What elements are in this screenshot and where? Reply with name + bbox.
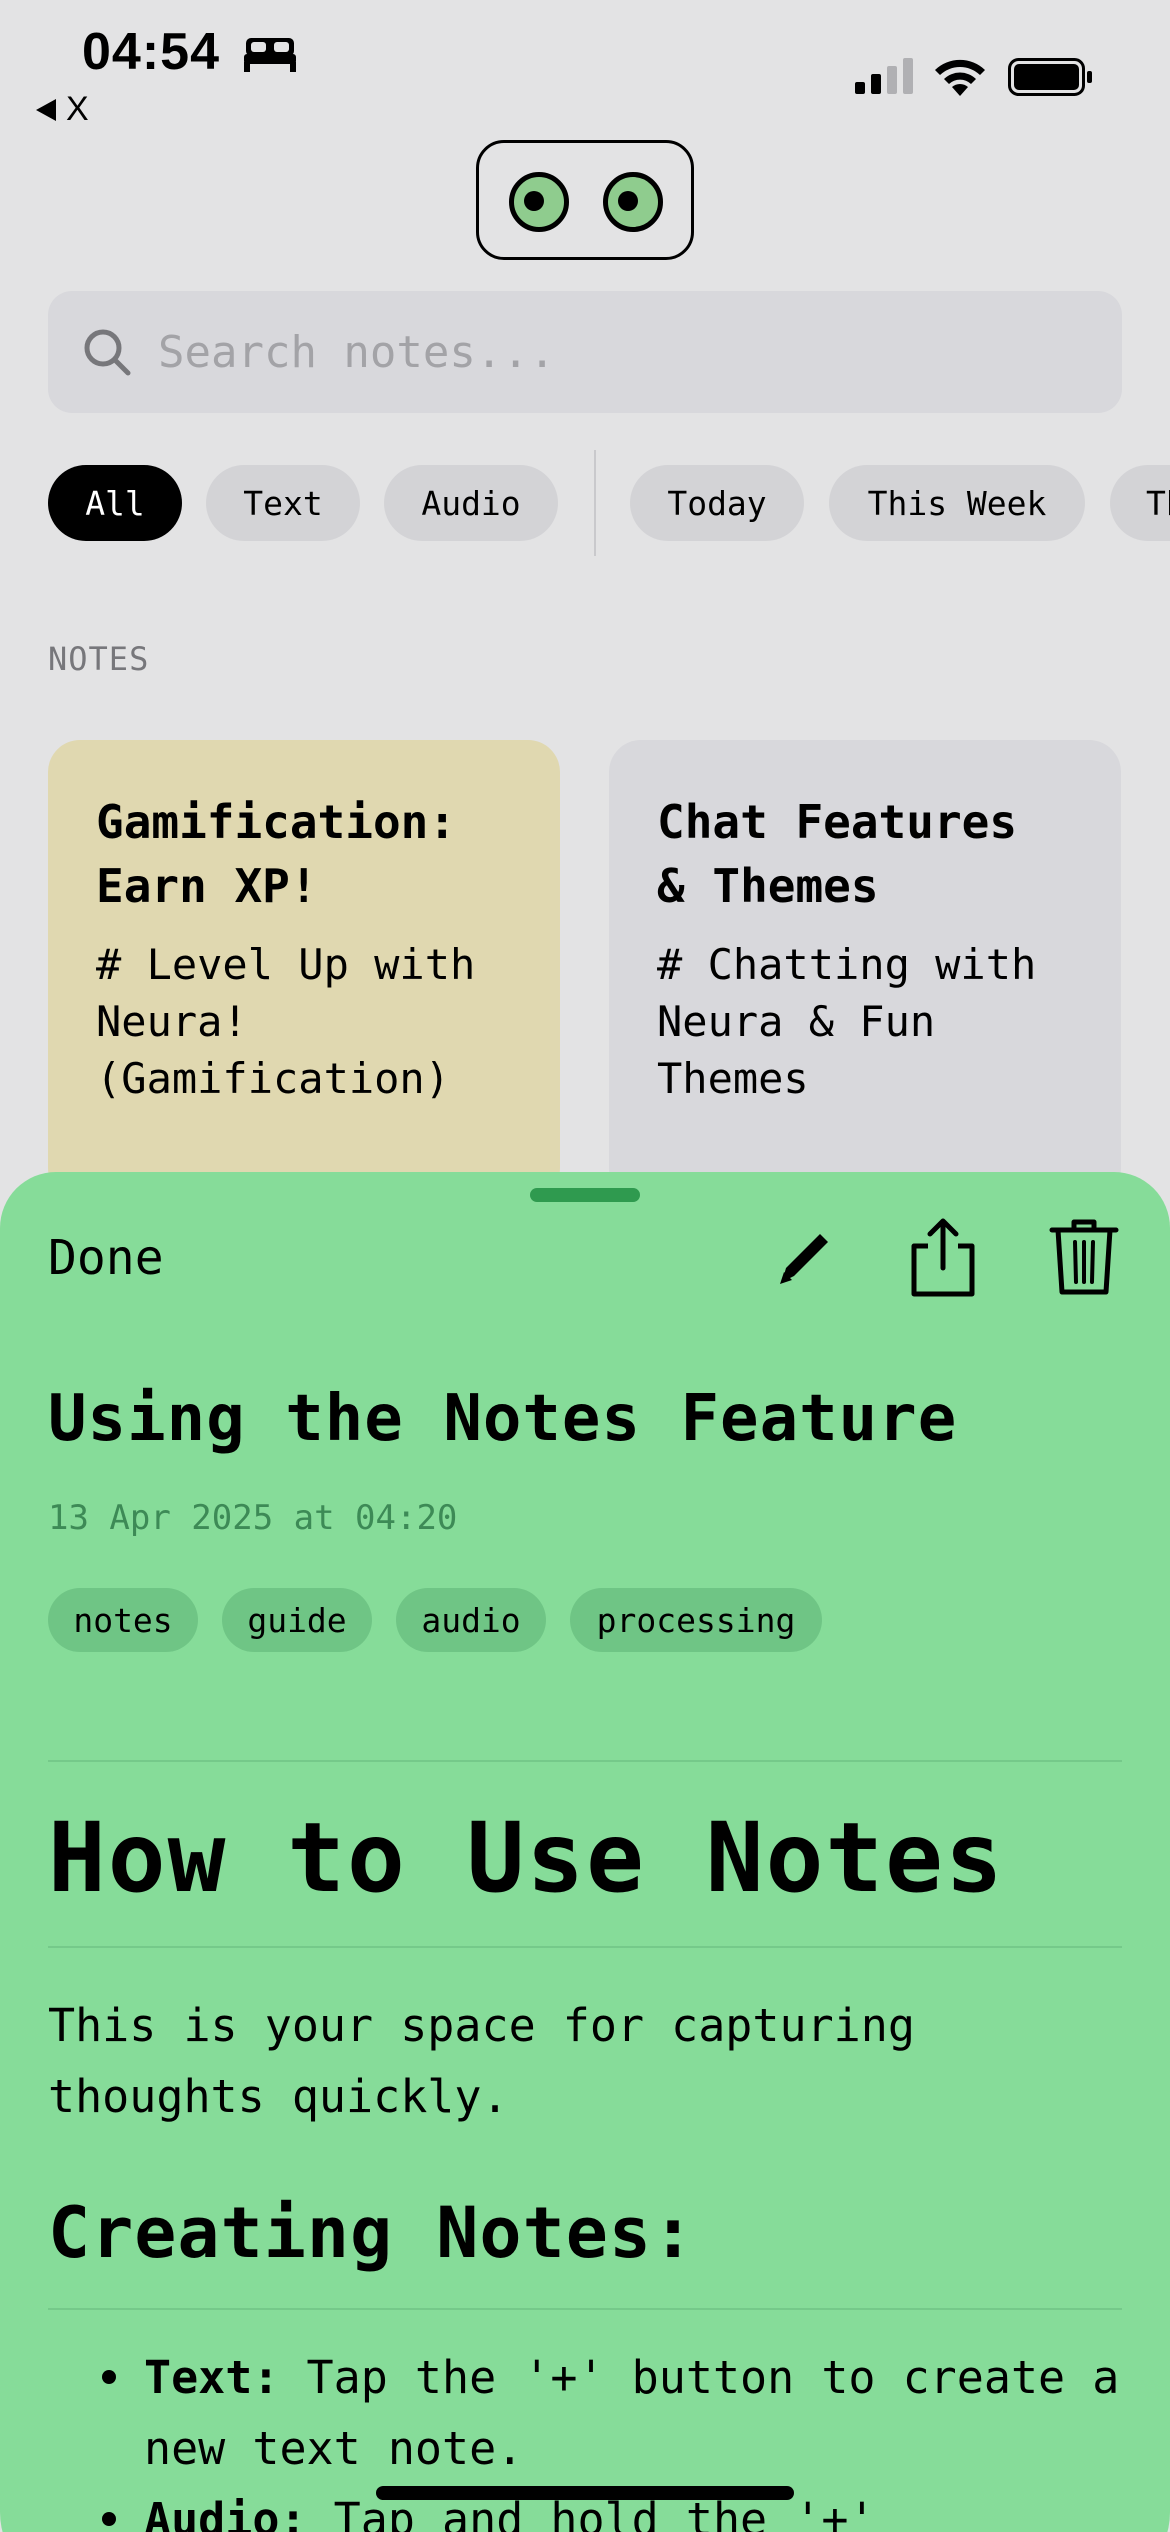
note-card-preview: # Chatting with Neura & Fun Themes — [657, 940, 1037, 1103]
divider — [48, 2308, 1122, 2310]
filter-chip-text[interactable]: Text — [206, 465, 360, 541]
bed-icon — [244, 38, 296, 72]
tag-chip[interactable]: processing — [570, 1588, 822, 1652]
divider — [48, 1946, 1122, 1948]
search-bar[interactable] — [48, 291, 1122, 413]
sheet-grabber[interactable] — [530, 1188, 640, 1202]
filter-divider — [594, 450, 596, 556]
filter-chip-all[interactable]: All — [48, 465, 182, 541]
search-input[interactable] — [158, 291, 1098, 413]
filter-chip-audio[interactable]: Audio — [384, 465, 558, 541]
back-app-label: X — [66, 90, 89, 128]
done-button[interactable]: Done — [48, 1230, 164, 1286]
mascot-left-eye — [509, 172, 569, 232]
battery-icon — [1008, 58, 1092, 96]
home-indicator[interactable] — [376, 2486, 794, 2500]
pencil-icon[interactable] — [770, 1222, 840, 1292]
tag-chip[interactable]: guide — [222, 1588, 372, 1652]
filter-chip-partial[interactable]: Th — [1110, 465, 1170, 541]
note-card-preview: # Level Up with Neura! (Gamification) — [96, 940, 476, 1103]
note-detail-sheet: Done Using the Notes Feature 13 Apr 2025… — [0, 1172, 1170, 2532]
note-card-title: Gamification: Earn XP! — [96, 795, 457, 913]
share-icon[interactable] — [906, 1216, 980, 1298]
list-item-label: Audio: — [144, 2493, 307, 2532]
status-time: 04:54 — [82, 23, 220, 81]
filter-chips: All Text Audio Today This Week Th — [48, 450, 1170, 556]
list-item: Text: Tap the '+' button to create a new… — [48, 2342, 1122, 2484]
content-heading: How to Use Notes — [48, 1802, 1005, 1914]
status-bar: 04:54 X — [0, 0, 1170, 130]
note-card[interactable]: Gamification: Earn XP! # Level Up with N… — [48, 740, 560, 1200]
content-subheading: Creating Notes: — [48, 2192, 696, 2274]
content-paragraph: This is your space for capturing thought… — [48, 1999, 915, 2123]
trash-icon[interactable] — [1048, 1216, 1120, 1298]
back-arrow-icon — [36, 98, 56, 121]
content-bullet-list: Text: Tap the '+' button to create a new… — [48, 2342, 1122, 2532]
filter-chip-this-week[interactable]: This Week — [829, 465, 1085, 541]
notes-section-label: NOTES — [48, 640, 150, 678]
note-date: 13 Apr 2025 at 04:20 — [48, 1498, 458, 1538]
list-item-label: Text: — [144, 2351, 280, 2404]
mascot-face[interactable] — [476, 140, 694, 260]
note-card-title: Chat Features & Themes — [657, 795, 1018, 913]
cellular-signal-icon — [855, 58, 913, 94]
tag-chip[interactable]: notes — [48, 1588, 198, 1652]
filter-chip-today[interactable]: Today — [630, 465, 804, 541]
back-to-app-link[interactable]: X — [36, 90, 89, 129]
note-card[interactable]: Chat Features & Themes # Chatting with N… — [609, 740, 1121, 1200]
wifi-icon — [935, 59, 985, 96]
note-title: Using the Notes Feature — [48, 1382, 958, 1456]
mascot-right-eye — [603, 172, 663, 232]
list-item-text: Tap the '+' button to create a new text … — [144, 2351, 1120, 2475]
search-icon — [84, 329, 131, 376]
divider — [48, 1760, 1122, 1762]
tag-chip[interactable]: audio — [396, 1588, 546, 1652]
